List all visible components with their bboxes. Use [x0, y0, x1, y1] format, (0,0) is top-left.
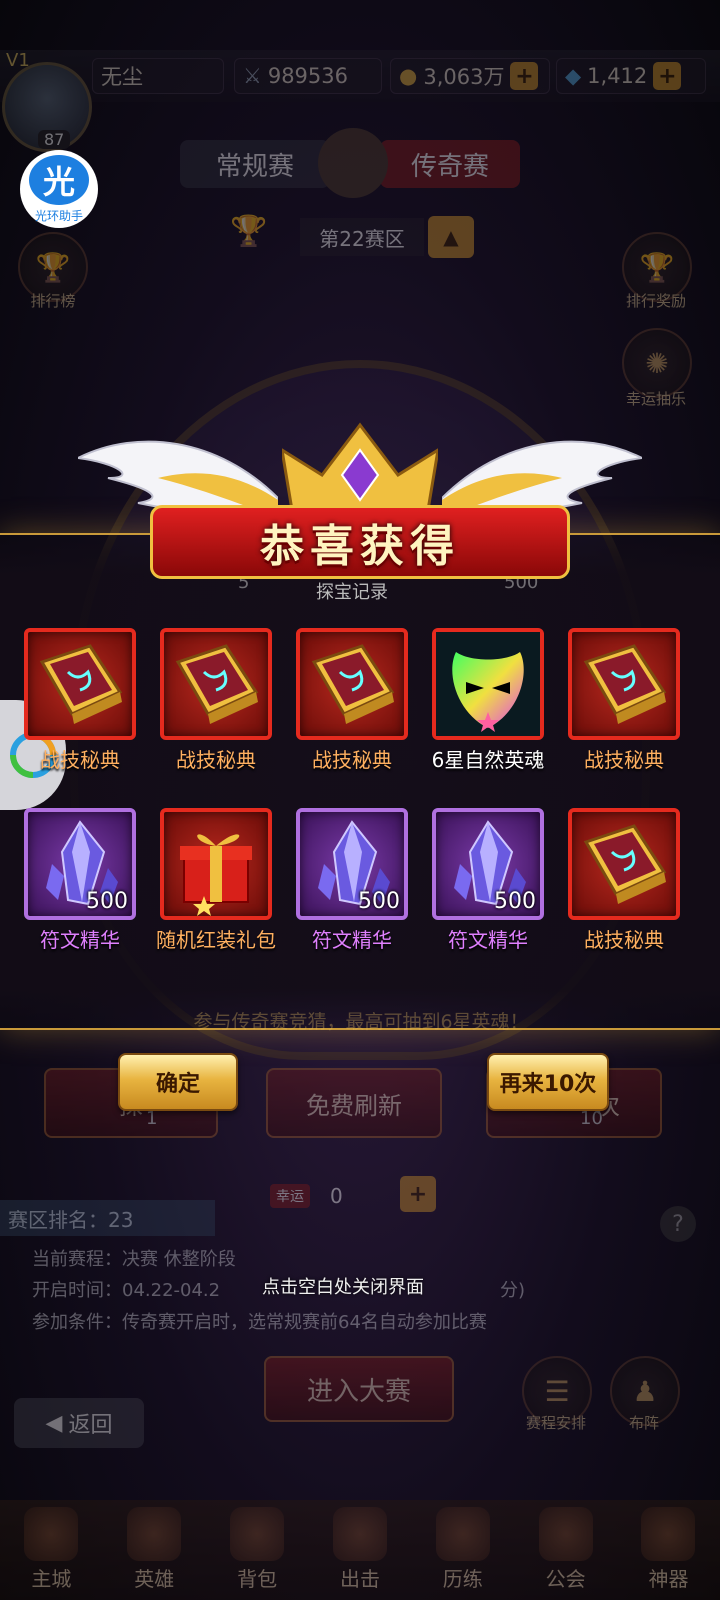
enter-label: 进入大赛	[306, 1376, 411, 1407]
level-badge: 87	[38, 130, 71, 149]
gem-bar: ◆ 1,412 +	[556, 58, 706, 94]
stage-text: 当前赛程：决赛 休整阶段	[32, 1249, 236, 1270]
reward-item[interactable]	[296, 628, 408, 740]
nav-training[interactable]: 历练	[415, 1507, 511, 1592]
nav-bag[interactable]: 背包	[209, 1507, 305, 1592]
explore-ten-cost: 10	[580, 1108, 603, 1129]
nav-main-city[interactable]: 主城	[3, 1507, 99, 1592]
reward-item-name: 战技秘典	[40, 748, 120, 772]
nav-guild[interactable]: 公会	[518, 1507, 614, 1592]
bottom-nav: 主城 英雄 背包 出击 历练 公会 神器	[0, 1500, 720, 1600]
back-label: 返回	[68, 1413, 113, 1438]
aura-helper-button[interactable]: 光 光环助手	[20, 150, 98, 228]
reward-title: 恭喜获得	[150, 505, 570, 579]
power-value: 989536	[267, 64, 348, 88]
ticket-icon: 幸运	[270, 1184, 310, 1208]
item-quantity: 500	[358, 889, 400, 914]
zone-toggle-button[interactable]: ▲	[428, 216, 474, 258]
reward-item[interactable]	[24, 628, 136, 740]
shield-icon	[318, 128, 388, 198]
formation-label: 布阵	[628, 1414, 659, 1432]
player-name: 无尘	[101, 65, 143, 89]
reward-item[interactable]: 500	[296, 808, 408, 920]
reward-item-name: 符文精华	[448, 928, 528, 952]
reward-item[interactable]: 500	[432, 808, 544, 920]
reward-item[interactable]	[568, 628, 680, 740]
open-time-tail: 分)	[500, 1280, 526, 1301]
reward-item[interactable]	[160, 628, 272, 740]
reward-item[interactable]	[160, 808, 272, 920]
close-hint: 点击空白处关闭界面	[262, 1277, 424, 1298]
artifact-icon	[641, 1507, 696, 1561]
schedule-label: 赛程安排	[525, 1414, 586, 1432]
gem-value: 1,412	[587, 64, 648, 88]
reward-item-name: 符文精华	[40, 928, 120, 952]
open-time-text: 开启时间：04.22-04.2	[32, 1280, 221, 1301]
free-refresh-button[interactable]: 免费刷新	[266, 1068, 442, 1138]
reward-item-name: 6星自然英魂	[431, 748, 545, 772]
vip-badge: V1	[6, 50, 30, 71]
back-button[interactable]: ◀ 返回	[14, 1398, 144, 1448]
nav-artifact[interactable]: 神器	[620, 1507, 716, 1592]
gold-bar: ● 3,063万 +	[390, 58, 550, 94]
bag-icon	[230, 1507, 285, 1561]
crown-icon	[282, 422, 438, 512]
reward-item[interactable]: 500	[24, 808, 136, 920]
helmet-icon	[435, 1507, 490, 1561]
coin-icon: ●	[399, 64, 418, 88]
add-ticket-button[interactable]: +	[400, 1176, 436, 1212]
helper-glyph: 光	[29, 154, 89, 205]
reward-item-name: 随机红装礼包	[156, 928, 276, 952]
game-screen: { "topbar": { "vip": "V1", "player_name"…	[0, 0, 720, 1600]
helper-label: 光环助手	[34, 208, 83, 223]
lucky-wheel-label: 幸运抽乐	[625, 390, 686, 408]
tab-regular[interactable]: 常规赛	[180, 140, 330, 188]
reward-item-name: 符文精华	[312, 928, 392, 952]
tip-text: 参与传奇赛竞猜，最高可抽到6星英魂！	[193, 1011, 529, 1033]
add-gem-button[interactable]: +	[653, 62, 682, 90]
nav-heroes[interactable]: 英雄	[106, 1507, 202, 1592]
record-label: 探宝记录	[316, 582, 388, 603]
enter-tournament-button[interactable]: 进入大赛	[264, 1356, 454, 1422]
rank-reward-label: 排行奖励	[625, 292, 686, 310]
info-help-icon[interactable]: ?	[660, 1206, 696, 1242]
item-quantity: 500	[494, 889, 536, 914]
reward-item-name: 战技秘典	[176, 748, 256, 772]
power-bar: ⚔ 989536	[234, 58, 382, 94]
player-name-bar: 无尘	[92, 58, 224, 94]
add-gold-button[interactable]: +	[510, 62, 539, 90]
guild-shield-icon	[538, 1507, 593, 1561]
trophy-icon: 🏆	[230, 214, 268, 249]
zone-rank: 赛区排名：23	[0, 1200, 215, 1236]
reward-item[interactable]	[432, 628, 544, 740]
reward-item-name: 战技秘典	[312, 748, 392, 772]
hero-icon	[127, 1507, 182, 1561]
reward-banner	[0, 533, 720, 1030]
sword-icon: ⚔	[243, 64, 262, 88]
reward-item-name: 战技秘典	[584, 928, 664, 952]
gold-value: 3,063万	[423, 65, 505, 89]
castle-icon	[24, 1507, 79, 1561]
reward-item-name: 战技秘典	[584, 748, 664, 772]
zone-label: 第22赛区	[300, 218, 424, 256]
again-ten-button[interactable]: 再来10次	[487, 1053, 609, 1111]
leaderboard-label: 排行榜	[30, 292, 76, 310]
condition-text: 参加条件：传奇赛开启时，选常规赛前64名自动参加比赛	[32, 1312, 487, 1333]
reward-item[interactable]	[568, 808, 680, 920]
tab-legend[interactable]: 传奇赛	[380, 140, 520, 188]
swords-icon	[332, 1507, 387, 1561]
nav-attack[interactable]: 出击	[312, 1507, 408, 1592]
explore-cost: 1	[146, 1108, 158, 1129]
back-arrow-icon: ◀	[45, 1410, 63, 1436]
ticket-count: 0	[330, 1184, 343, 1208]
diamond-icon: ◆	[565, 64, 582, 88]
item-quantity: 500	[86, 889, 128, 914]
confirm-button[interactable]: 确定	[118, 1053, 238, 1111]
